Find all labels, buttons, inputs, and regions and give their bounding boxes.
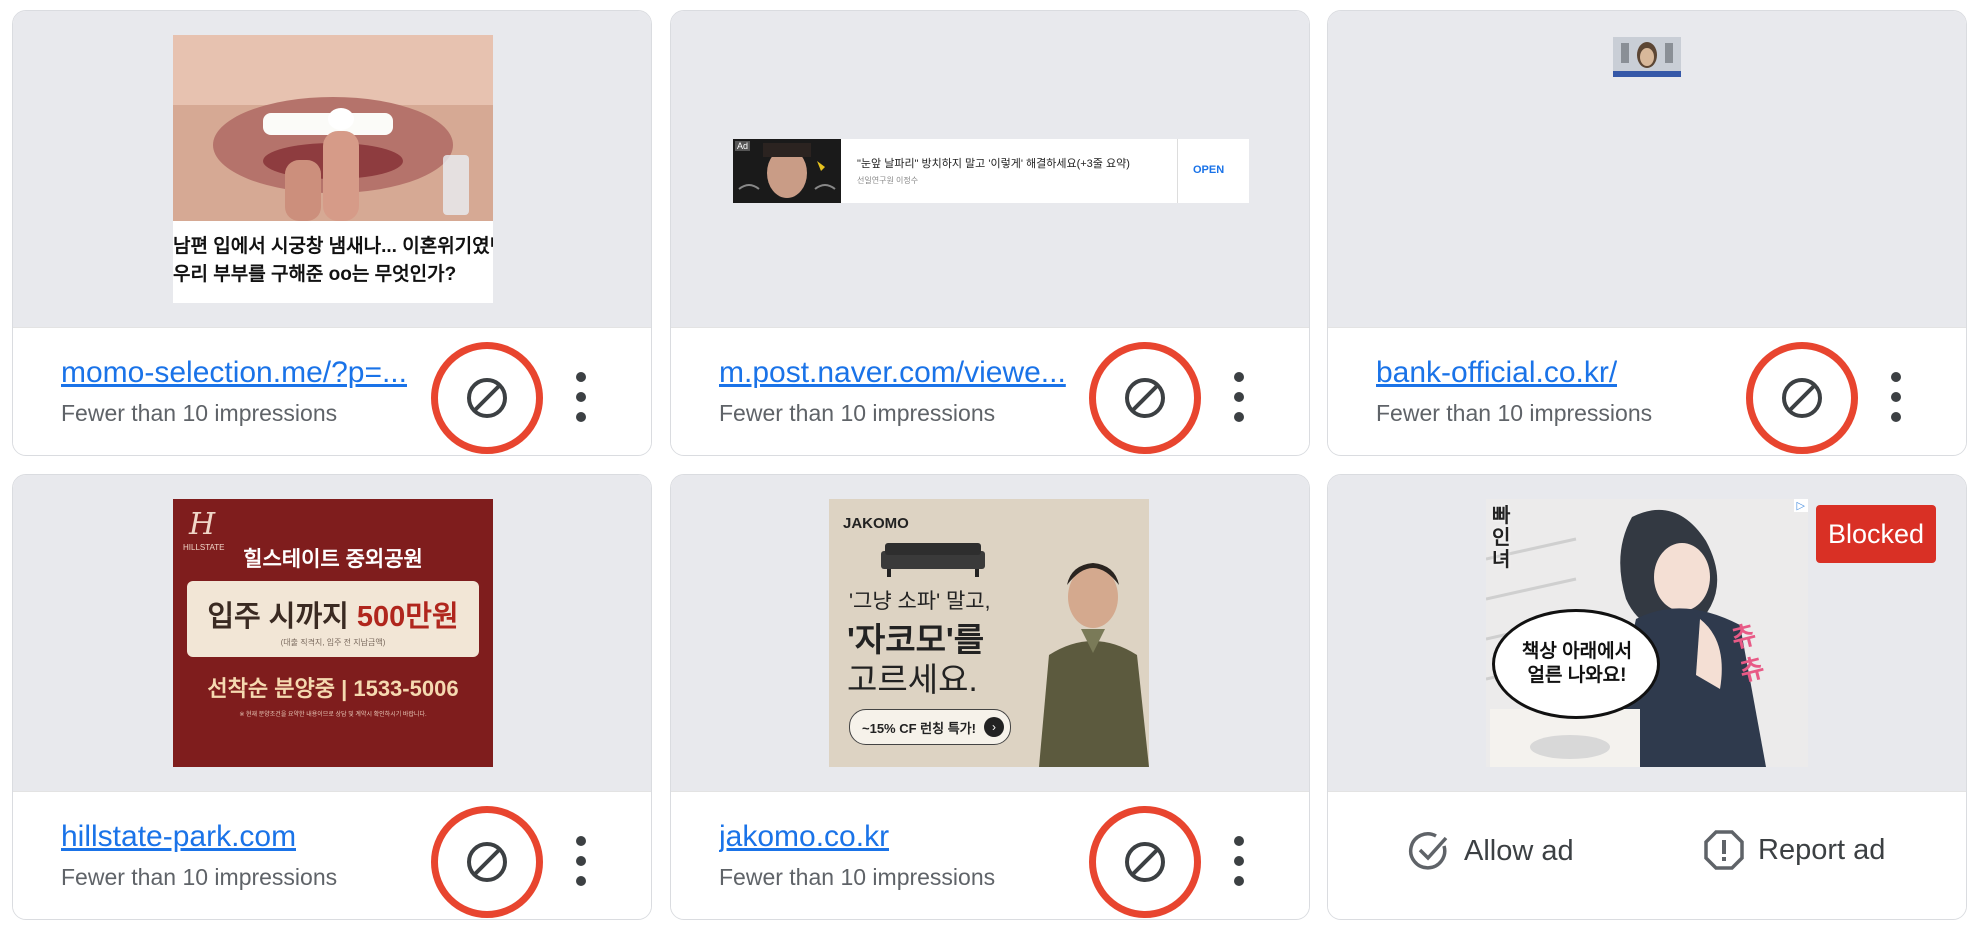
more-options-button[interactable] — [1227, 836, 1251, 886]
impressions-label: Fewer than 10 impressions — [61, 864, 338, 890]
block-icon — [1125, 378, 1165, 418]
speech-bubble: 책상 아래에서 얼른 나와요! — [1492, 609, 1660, 719]
ad-preview — [1328, 11, 1966, 327]
more-options-button[interactable] — [569, 836, 593, 886]
card-footer: bank-official.co.kr/ Fewer than 10 impre… — [1328, 327, 1966, 454]
ad-bubble-text: 책상 아래에서 얼른 나와요! — [1521, 641, 1633, 686]
model-photo — [1039, 563, 1149, 767]
ad-url-link[interactable]: momo-selection.me/?p=... — [61, 356, 407, 390]
ad-url-link[interactable]: bank-official.co.kr/ — [1376, 356, 1617, 390]
ad-card-blocked: 빠인녀 ▷ 책상 아래에서 얼른 나와요! 츄츄 Blocked Allow a… — [1327, 474, 1967, 920]
blocked-status-badge: Blocked — [1816, 505, 1936, 563]
more-options-button[interactable] — [1884, 372, 1908, 422]
ad-thumbnail — [1613, 37, 1681, 77]
ad-preview: 남편 입에서 시궁창 냄새나... 이혼위기였던 우리 부부를 구해준 oo는 … — [13, 11, 651, 327]
block-icon — [1782, 378, 1822, 418]
report-ad-button[interactable]: Report ad — [1704, 830, 1885, 870]
ad-disclaimer: ※ 현재 분양조건을 요약한 내용이므로 상담 및 계약시 확인하시기 바랍니다… — [239, 712, 427, 718]
block-ad-button[interactable] — [1089, 806, 1201, 918]
more-options-button[interactable] — [1227, 372, 1251, 422]
ad-card-bank: bank-official.co.kr/ Fewer than 10 impre… — [1327, 10, 1967, 456]
more-vert-icon — [576, 836, 586, 846]
mouth-photo — [173, 35, 493, 221]
check-circle-icon — [1409, 832, 1448, 870]
ad-headline-2: 우리 부부를 구해준 oo는 무엇인가? — [173, 264, 457, 285]
block-icon — [467, 842, 507, 882]
hillstate-logo: H — [189, 507, 216, 542]
ad-promo-label: ~15% CF 런칭 특가! — [862, 721, 976, 736]
ad-cta-divider — [1177, 139, 1178, 203]
card-footer: momo-selection.me/?p=... Fewer than 10 i… — [13, 327, 651, 454]
ad-promo-box: 입주 시까지 500만원 (대출 직격지, 입주 전 지납금액) — [187, 581, 479, 657]
ad-card-naver: Ad "눈앞 날파리" 방치하지 말고 '이렇게' 해결하세요(+3줄 요약) … — [670, 10, 1310, 456]
card-footer: jakomo.co.kr Fewer than 10 impressions — [671, 791, 1309, 918]
ad-title: 힐스테이트 중외공원 — [243, 548, 423, 571]
more-vert-icon — [576, 372, 586, 382]
more-options-button[interactable] — [569, 372, 593, 422]
ad-source: 선일연구원 이정수 — [857, 176, 919, 185]
allow-ad-button[interactable]: Allow ad — [1408, 830, 1574, 872]
ad-brand: JAKOMO — [843, 515, 909, 532]
ad-image: 빠인녀 ▷ 책상 아래에서 얼른 나와요! 츄츄 — [1486, 499, 1808, 767]
ad-url-link[interactable]: hillstate-park.com — [61, 820, 296, 854]
ad-promo-button[interactable]: ~15% CF 런칭 특가! › — [849, 709, 1011, 745]
block-ad-button[interactable] — [1746, 342, 1858, 454]
block-icon — [1125, 842, 1165, 882]
ad-headline: "눈앞 날파리" 방치하지 말고 '이렇게' 해결하세요(+3줄 요약) — [857, 158, 1130, 170]
arrow-right-icon: › — [984, 717, 1004, 737]
block-ad-button[interactable] — [431, 806, 543, 918]
ad-preview: H HILLSTATE 힐스테이트 중외공원 입주 시까지 500만원 (대출 … — [13, 475, 651, 791]
ad-sale-text: 선착순 분양중 | 1533-5006 — [207, 676, 459, 701]
ad-corner-badge: ▷ — [1793, 499, 1808, 512]
ad-line-1: '그냥 소파' 말고, — [849, 590, 991, 613]
ad-preview: JAKOMO '그냥 소파' 말고, '자코모'를 고르세요. ~15% CF … — [671, 475, 1309, 791]
more-vert-icon — [1234, 836, 1244, 846]
report-icon — [1704, 830, 1744, 870]
ad-title-vertical: 빠인녀 — [1492, 505, 1511, 571]
impressions-label: Fewer than 10 impressions — [719, 400, 996, 426]
more-vert-icon — [1234, 372, 1244, 382]
ad-promo: 입주 시까지 500만원 — [207, 601, 459, 633]
sofa-graphic — [881, 543, 985, 577]
card-footer: Allow ad Report ad — [1328, 791, 1966, 917]
impressions-label: Fewer than 10 impressions — [61, 400, 338, 426]
block-ad-button[interactable] — [1089, 342, 1201, 454]
more-vert-icon — [1891, 372, 1901, 382]
ad-preview: 빠인녀 ▷ 책상 아래에서 얼른 나와요! 츄츄 Blocked — [1328, 475, 1966, 791]
report-ad-label: Report ad — [1758, 833, 1886, 866]
ad-image: JAKOMO '그냥 소파' 말고, '자코모'를 고르세요. ~15% CF … — [829, 499, 1149, 767]
ad-banner: Ad "눈앞 날파리" 방치하지 말고 '이렇게' 해결하세요(+3줄 요약) … — [733, 139, 1249, 203]
card-footer: m.post.naver.com/viewe... Fewer than 10 … — [671, 327, 1309, 454]
ad-url-link[interactable]: m.post.naver.com/viewe... — [719, 356, 1066, 390]
ad-image: 남편 입에서 시궁창 냄새나... 이혼위기였던 우리 부부를 구해준 oo는 … — [173, 35, 493, 303]
impressions-label: Fewer than 10 impressions — [719, 864, 996, 890]
ad-url-link[interactable]: jakomo.co.kr — [719, 820, 889, 854]
ad-headline-1: 남편 입에서 시궁창 냄새나... 이혼위기였던 — [173, 236, 493, 257]
ad-badge: Ad — [735, 141, 751, 151]
impressions-label: Fewer than 10 impressions — [1376, 400, 1653, 426]
ad-card-hillstate: H HILLSTATE 힐스테이트 중외공원 입주 시까지 500만원 (대출 … — [12, 474, 652, 920]
ad-promo-note: (대출 직격지, 입주 전 지납금액) — [280, 638, 386, 647]
block-ad-button[interactable] — [431, 342, 543, 454]
card-footer: hillstate-park.com Fewer than 10 impress… — [13, 791, 651, 918]
ad-card-jakomo: JAKOMO '그냥 소파' 말고, '자코모'를 고르세요. ~15% CF … — [670, 474, 1310, 920]
ad-line-3: 고르세요. — [847, 661, 978, 698]
block-icon — [467, 378, 507, 418]
ad-image: H HILLSTATE 힐스테이트 중외공원 입주 시까지 500만원 (대출 … — [173, 499, 493, 767]
ad-preview: Ad "눈앞 날파리" 방치하지 말고 '이렇게' 해결하세요(+3줄 요약) … — [671, 11, 1309, 327]
allow-ad-label: Allow ad — [1464, 834, 1574, 867]
ad-cta-button[interactable]: OPEN — [1193, 164, 1224, 176]
ad-card-momo: 남편 입에서 시궁창 냄새나... 이혼위기였던 우리 부부를 구해준 oo는 … — [12, 10, 652, 456]
